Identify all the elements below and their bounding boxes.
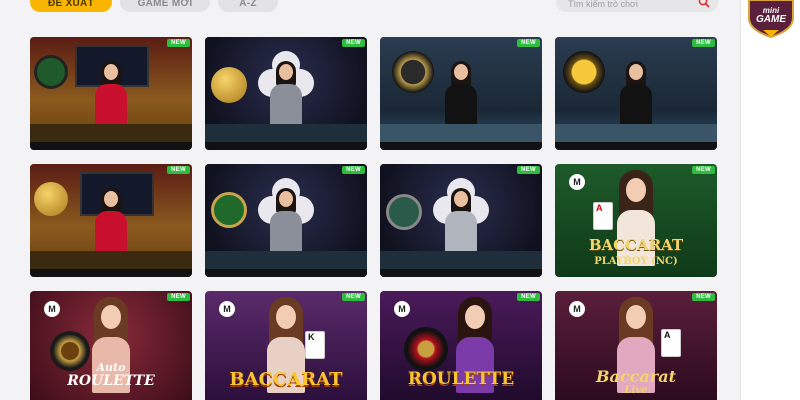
microgaming-logo: M — [219, 301, 235, 317]
game-thumbnail — [205, 164, 367, 269]
mini-game-logo[interactable]: mini GAME — [745, 0, 797, 38]
game-thumbnail — [30, 164, 192, 269]
game-card[interactable]: NEW — [205, 164, 367, 277]
playing-card-icon: A — [593, 202, 613, 230]
new-badge: NEW — [517, 166, 540, 174]
table-edge — [205, 124, 367, 142]
tab-a-z[interactable]: A-Z — [218, 0, 278, 12]
green-plate-icon — [211, 192, 247, 228]
tab-new-games[interactable]: GAME MỚI — [120, 0, 210, 12]
filter-bar: ĐỀ XUẤT GAME MỚI A-Z Tìm kiếm trò chơi — [0, 0, 740, 14]
game-subtitle: Live — [624, 385, 648, 396]
card-footer — [380, 142, 542, 150]
game-title: BACCARAT — [229, 369, 343, 390]
game-subtitle: ROULETTE — [67, 373, 155, 389]
card-footer — [30, 142, 192, 150]
game-thumbnail — [30, 37, 192, 142]
game-thumbnail — [205, 37, 367, 142]
search-box[interactable]: Tìm kiếm trò chơi — [556, 0, 718, 12]
new-badge: NEW — [692, 39, 715, 47]
gold-bowl-icon — [211, 67, 247, 103]
table-edge — [380, 251, 542, 269]
new-badge: NEW — [517, 293, 540, 301]
card-footer — [205, 269, 367, 277]
game-card[interactable]: M A BACCARAT PLAYBOY (NC) NEW — [555, 164, 717, 277]
card-footer — [30, 269, 192, 277]
game-subtitle: PLAYBOY (NC) — [594, 256, 678, 267]
mini-game-label-bottom: GAME — [756, 14, 786, 25]
table-edge — [30, 251, 192, 269]
gold-bowl-icon — [34, 182, 68, 216]
dark-bowl-icon — [392, 51, 434, 93]
microgaming-logo: M — [569, 301, 585, 317]
new-badge: NEW — [342, 39, 365, 47]
playing-card-icon: A — [661, 329, 681, 357]
game-title: Baccarat — [596, 367, 676, 386]
card-footer — [380, 269, 542, 277]
microgaming-logo: M — [394, 301, 410, 317]
search-input[interactable]: Tìm kiếm trò chơi — [568, 0, 638, 9]
microgaming-logo: M — [44, 301, 60, 317]
game-card[interactable]: NEW — [380, 37, 542, 150]
game-card[interactable]: M ROULETTE NEW — [380, 291, 542, 400]
game-thumbnail — [380, 37, 542, 142]
tab-recommended[interactable]: ĐỀ XUẤT — [30, 0, 112, 12]
game-card[interactable]: M A Baccarat Live NEW — [555, 291, 717, 400]
new-badge: NEW — [167, 39, 190, 47]
game-card[interactable]: NEW — [380, 164, 542, 277]
table-edge — [205, 251, 367, 269]
table-edge — [555, 124, 717, 142]
table-edge — [30, 124, 192, 142]
cards-plate-icon — [386, 194, 422, 230]
game-card[interactable]: NEW — [205, 37, 367, 150]
microgaming-logo: M — [569, 174, 585, 190]
game-card[interactable]: NEW — [555, 37, 717, 150]
game-thumbnail — [555, 37, 717, 142]
new-badge: NEW — [167, 293, 190, 301]
playing-card-icon: K — [305, 331, 325, 359]
right-sidebar: mini GAME — [740, 0, 800, 400]
new-badge: NEW — [167, 166, 190, 174]
table-edge — [380, 124, 542, 142]
card-footer — [555, 142, 717, 150]
new-badge: NEW — [692, 166, 715, 174]
game-card[interactable]: M K BACCARAT NEW — [205, 291, 367, 400]
game-card[interactable]: NEW — [30, 37, 192, 150]
game-thumbnail — [380, 164, 542, 269]
new-badge: NEW — [342, 166, 365, 174]
game-title: BACCARAT — [588, 236, 684, 254]
search-icon[interactable] — [698, 0, 710, 8]
game-card[interactable]: M Auto ROULETTE NEW — [30, 291, 192, 400]
game-card[interactable]: NEW — [30, 164, 192, 277]
new-badge: NEW — [517, 39, 540, 47]
new-badge: NEW — [342, 293, 365, 301]
game-table-icon — [34, 55, 68, 89]
roulette-wheel-icon — [404, 327, 448, 371]
card-footer — [205, 142, 367, 150]
game-title: ROULETTE — [407, 369, 515, 389]
gold-bowl-icon — [563, 51, 605, 93]
new-badge: NEW — [692, 293, 715, 301]
